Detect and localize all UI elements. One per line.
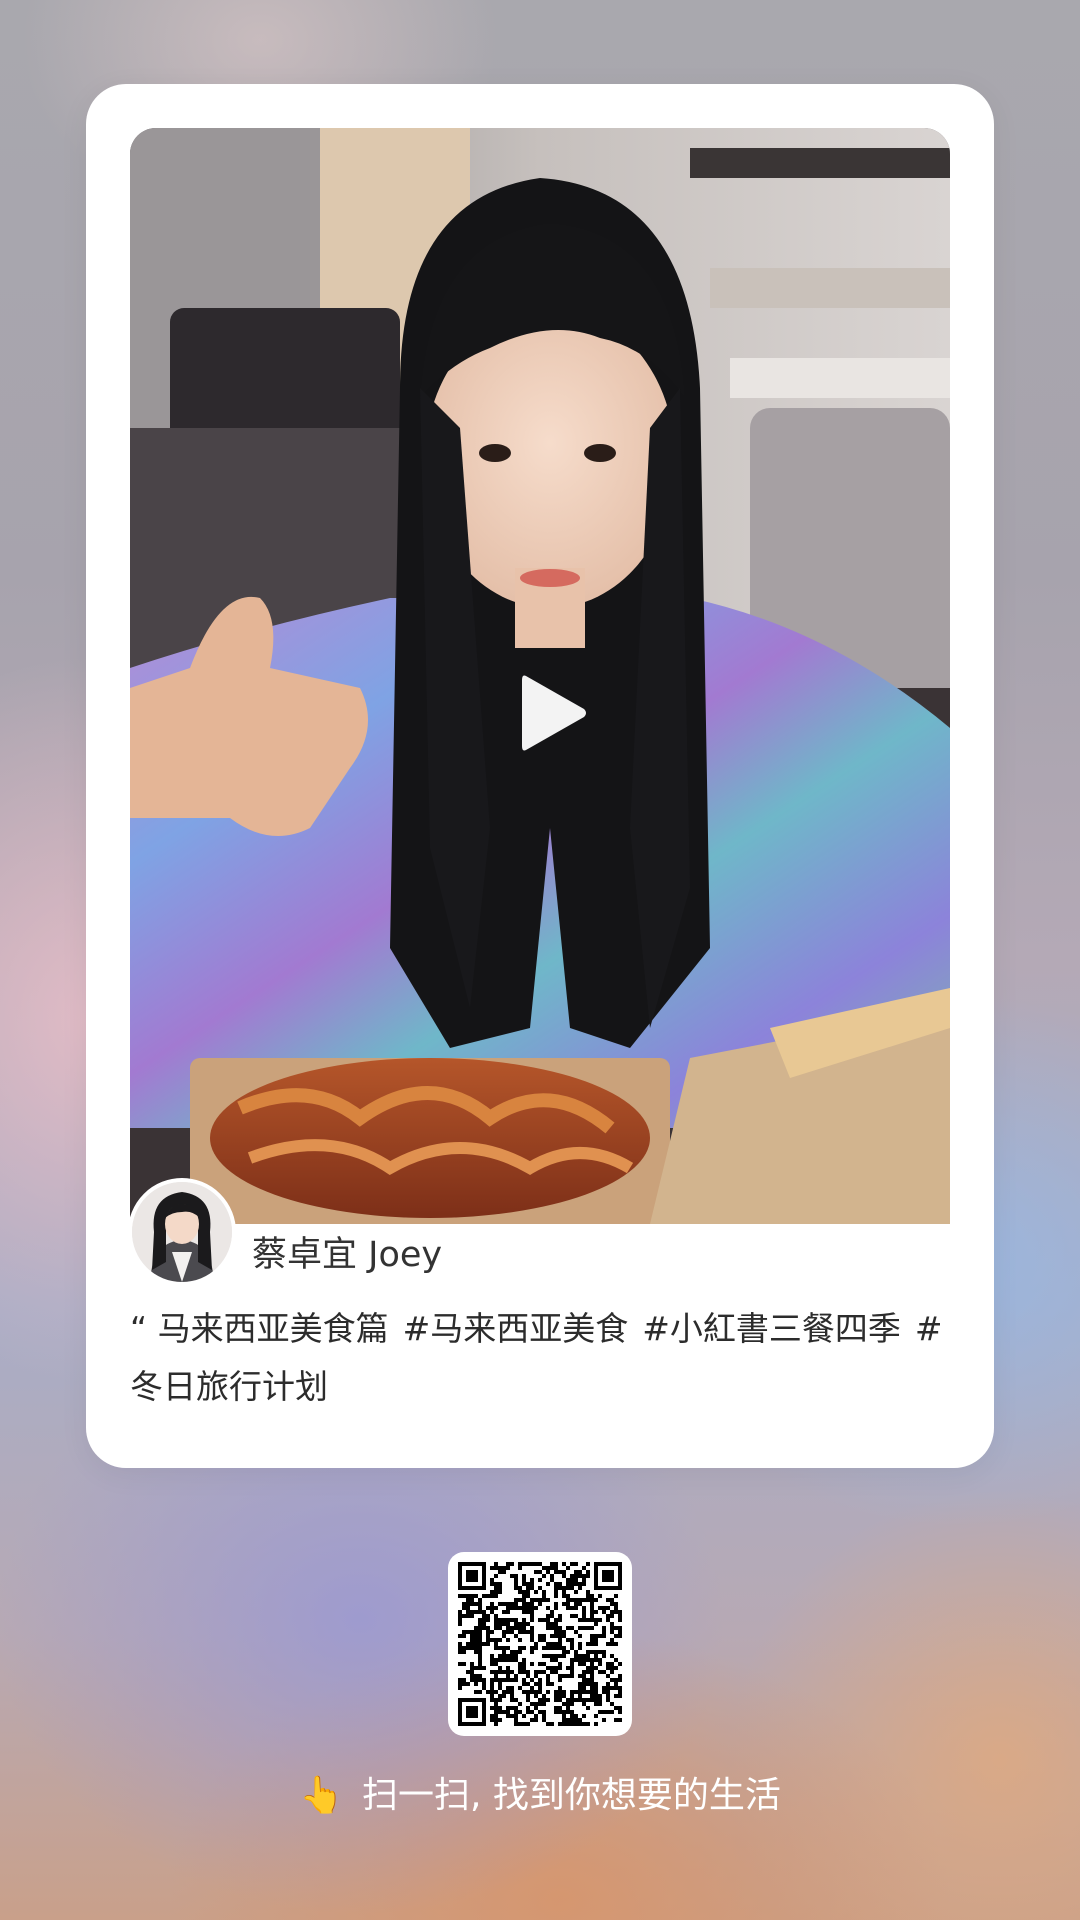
caption-title: “ 马来西亚美食篇 [130,1309,389,1348]
note-caption: “ 马来西亚美食篇 #马来西亚美食 #小紅書三餐四季 #冬日旅行计划 [130,1300,960,1416]
pointing-hand-icon: 👆 [299,1775,344,1816]
scan-prompt-text: 扫一扫, 找到你想要的生活 [361,1775,781,1816]
author-avatar[interactable] [128,1178,236,1286]
share-poster: 蔡卓宜 Joey “ 马来西亚美食篇 #马来西亚美食 #小紅書三餐四季 #冬日旅行计划… [0,0,1080,1920]
play-icon[interactable] [512,668,592,758]
qr-code[interactable] [448,1552,632,1736]
hashtag-link[interactable]: #马来西亚美食 [403,1309,629,1348]
hashtag-link[interactable]: #小紅書三餐四季 [642,1309,901,1348]
author-name[interactable]: 蔡卓宜 Joey [252,1234,442,1276]
scan-prompt: 👆 扫一扫, 找到你想要的生活 [0,1772,1080,1820]
video-cover-image[interactable] [130,128,950,1224]
note-card[interactable]: 蔡卓宜 Joey “ 马来西亚美食篇 #马来西亚美食 #小紅書三餐四季 #冬日旅行计划 [86,84,994,1468]
